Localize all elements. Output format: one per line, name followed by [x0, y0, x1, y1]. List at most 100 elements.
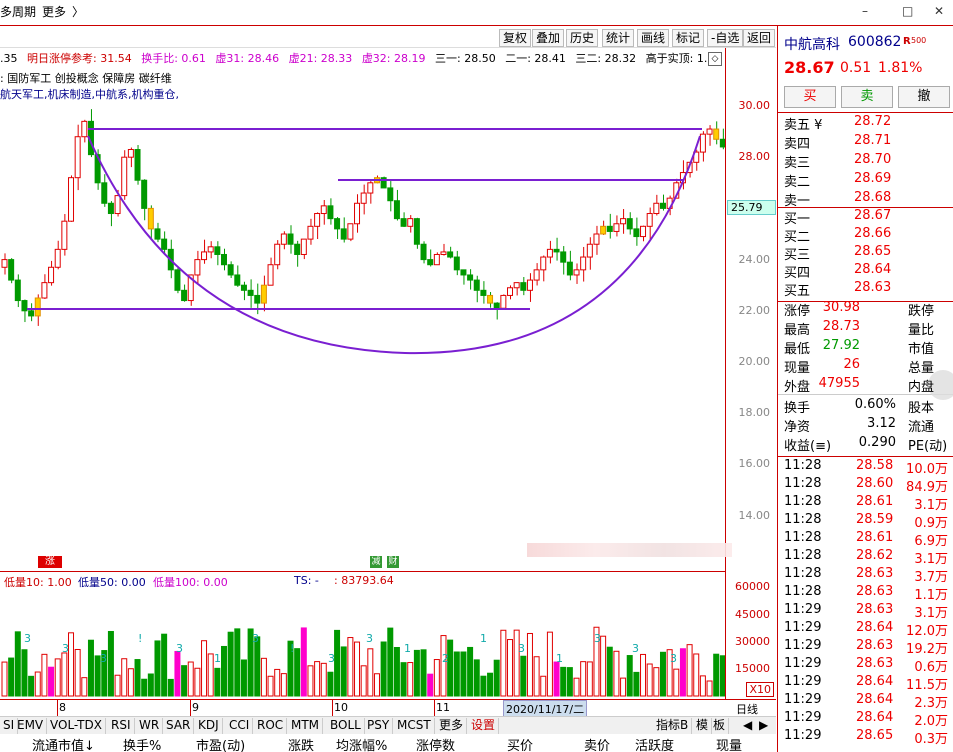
volume-bar[interactable] — [260, 657, 267, 697]
volume-bar[interactable] — [181, 665, 188, 697]
tab-cci[interactable]: CCI — [226, 718, 254, 734]
candle-body[interactable] — [121, 156, 128, 197]
candle-body[interactable] — [480, 289, 487, 296]
candle-body[interactable] — [487, 294, 494, 304]
candle-body[interactable] — [21, 300, 28, 312]
candle-body[interactable] — [274, 243, 281, 266]
volume-bar[interactable] — [214, 667, 221, 697]
candle-body[interactable] — [713, 128, 720, 140]
candle-body[interactable] — [314, 213, 321, 227]
cancel-order-button[interactable]: 撤 — [898, 86, 950, 108]
volume-bar[interactable] — [487, 672, 494, 697]
volume-bar[interactable] — [14, 631, 21, 697]
candle-body[interactable] — [387, 187, 394, 202]
candle-body[interactable] — [367, 182, 374, 194]
volume-bar[interactable] — [699, 675, 706, 697]
volume-bar[interactable] — [513, 629, 520, 697]
volume-bar[interactable] — [693, 653, 700, 697]
tab-psy[interactable]: PSY — [364, 718, 394, 734]
tab-rsi[interactable]: RSI — [108, 718, 135, 734]
candle-body[interactable] — [347, 223, 354, 240]
volume-bar[interactable] — [387, 627, 394, 697]
bid-row[interactable]: 买一 28.67 — [784, 208, 948, 227]
cup-pattern-arc[interactable] — [87, 135, 701, 355]
candle-body[interactable] — [460, 269, 467, 276]
volume-bar[interactable] — [360, 665, 367, 697]
volume-bar[interactable] — [147, 673, 154, 697]
history-button[interactable]: 历史 — [566, 29, 599, 47]
candle-body[interactable] — [340, 228, 347, 240]
volume-bar[interactable] — [161, 633, 168, 697]
candle-body[interactable] — [560, 251, 567, 263]
col-activity[interactable]: 活跃度 — [635, 735, 674, 752]
col-turnover[interactable]: 换手% — [123, 735, 161, 752]
bid-row[interactable]: 买四 28.64 — [784, 262, 948, 281]
volume-bar[interactable] — [227, 631, 234, 697]
volume-bar[interactable] — [640, 653, 647, 697]
volume-bar[interactable] — [480, 675, 487, 697]
candle-body[interactable] — [8, 259, 15, 281]
candle-body[interactable] — [214, 246, 221, 255]
candle-body[interactable] — [699, 133, 706, 153]
volume-bar[interactable] — [87, 639, 94, 697]
candle-body[interactable] — [334, 218, 341, 230]
candle-body[interactable] — [147, 207, 154, 230]
volume-bar[interactable] — [453, 651, 460, 697]
volume-bar[interactable] — [1, 661, 8, 697]
volume-bar[interactable] — [380, 641, 387, 697]
candle-body[interactable] — [659, 202, 666, 209]
volume-bar[interactable] — [21, 649, 28, 697]
candle-body[interactable] — [260, 284, 267, 304]
volume-bar[interactable] — [234, 628, 241, 697]
volume-bar[interactable] — [114, 674, 121, 697]
col-last-vol[interactable]: 现量 — [716, 735, 742, 752]
draw-line-button[interactable]: 画线 — [637, 29, 670, 47]
candle-body[interactable] — [247, 289, 254, 296]
candle-body[interactable] — [207, 246, 214, 253]
volume-bar[interactable] — [54, 658, 61, 697]
reduce-marker[interactable]: 减 — [370, 556, 382, 568]
volume-bar[interactable] — [154, 640, 161, 697]
candle-body[interactable] — [427, 259, 434, 266]
watchlist-button[interactable]: -自选 — [707, 29, 744, 47]
candle-body[interactable] — [280, 233, 287, 245]
volume-bar[interactable] — [254, 636, 261, 697]
volume-bar[interactable] — [187, 661, 194, 697]
candle-body[interactable] — [653, 202, 660, 215]
limit-up-marker[interactable]: 涨 — [38, 556, 62, 568]
back-button[interactable]: 返回 — [743, 29, 776, 47]
volume-bar[interactable] — [507, 639, 514, 697]
volume-bar[interactable] — [560, 666, 567, 697]
close-button[interactable]: ✕ — [934, 4, 944, 18]
maximize-button[interactable]: □ — [902, 4, 913, 18]
volume-bar[interactable] — [28, 675, 35, 697]
volume-bar[interactable] — [220, 645, 227, 697]
candle-body[interactable] — [354, 202, 361, 225]
candle-body[interactable] — [161, 238, 168, 250]
volume-bar[interactable] — [167, 678, 174, 697]
volume-bar[interactable] — [280, 673, 287, 697]
candle-body[interactable] — [600, 225, 607, 235]
candle-body[interactable] — [48, 266, 55, 284]
candle-body[interactable] — [134, 149, 141, 181]
candle-body[interactable] — [413, 218, 420, 245]
candle-body[interactable] — [513, 282, 520, 289]
candle-body[interactable] — [447, 251, 454, 258]
col-float-mcap[interactable]: 流通市值↓ — [32, 735, 95, 752]
col-bid[interactable]: 买价 — [507, 735, 533, 752]
scroll-right-icon[interactable]: ▶ — [756, 718, 771, 734]
candle-body[interactable] — [440, 251, 447, 255]
volume-bar[interactable] — [294, 648, 301, 697]
candle-body[interactable] — [546, 248, 553, 258]
finance-marker[interactable]: 财 — [387, 556, 399, 568]
volume-bar[interactable] — [679, 648, 686, 697]
candle-body[interactable] — [234, 274, 241, 286]
volume-bar[interactable] — [340, 646, 347, 697]
ask-row[interactable]: 卖三 28.70 — [784, 152, 948, 171]
minimize-button[interactable]: – — [862, 4, 868, 18]
volume-bar[interactable] — [354, 641, 361, 697]
candle-body[interactable] — [320, 205, 327, 215]
volume-bar[interactable] — [713, 653, 720, 697]
volume-bar[interactable] — [274, 668, 281, 697]
x10-badge[interactable]: X10 — [746, 682, 774, 697]
